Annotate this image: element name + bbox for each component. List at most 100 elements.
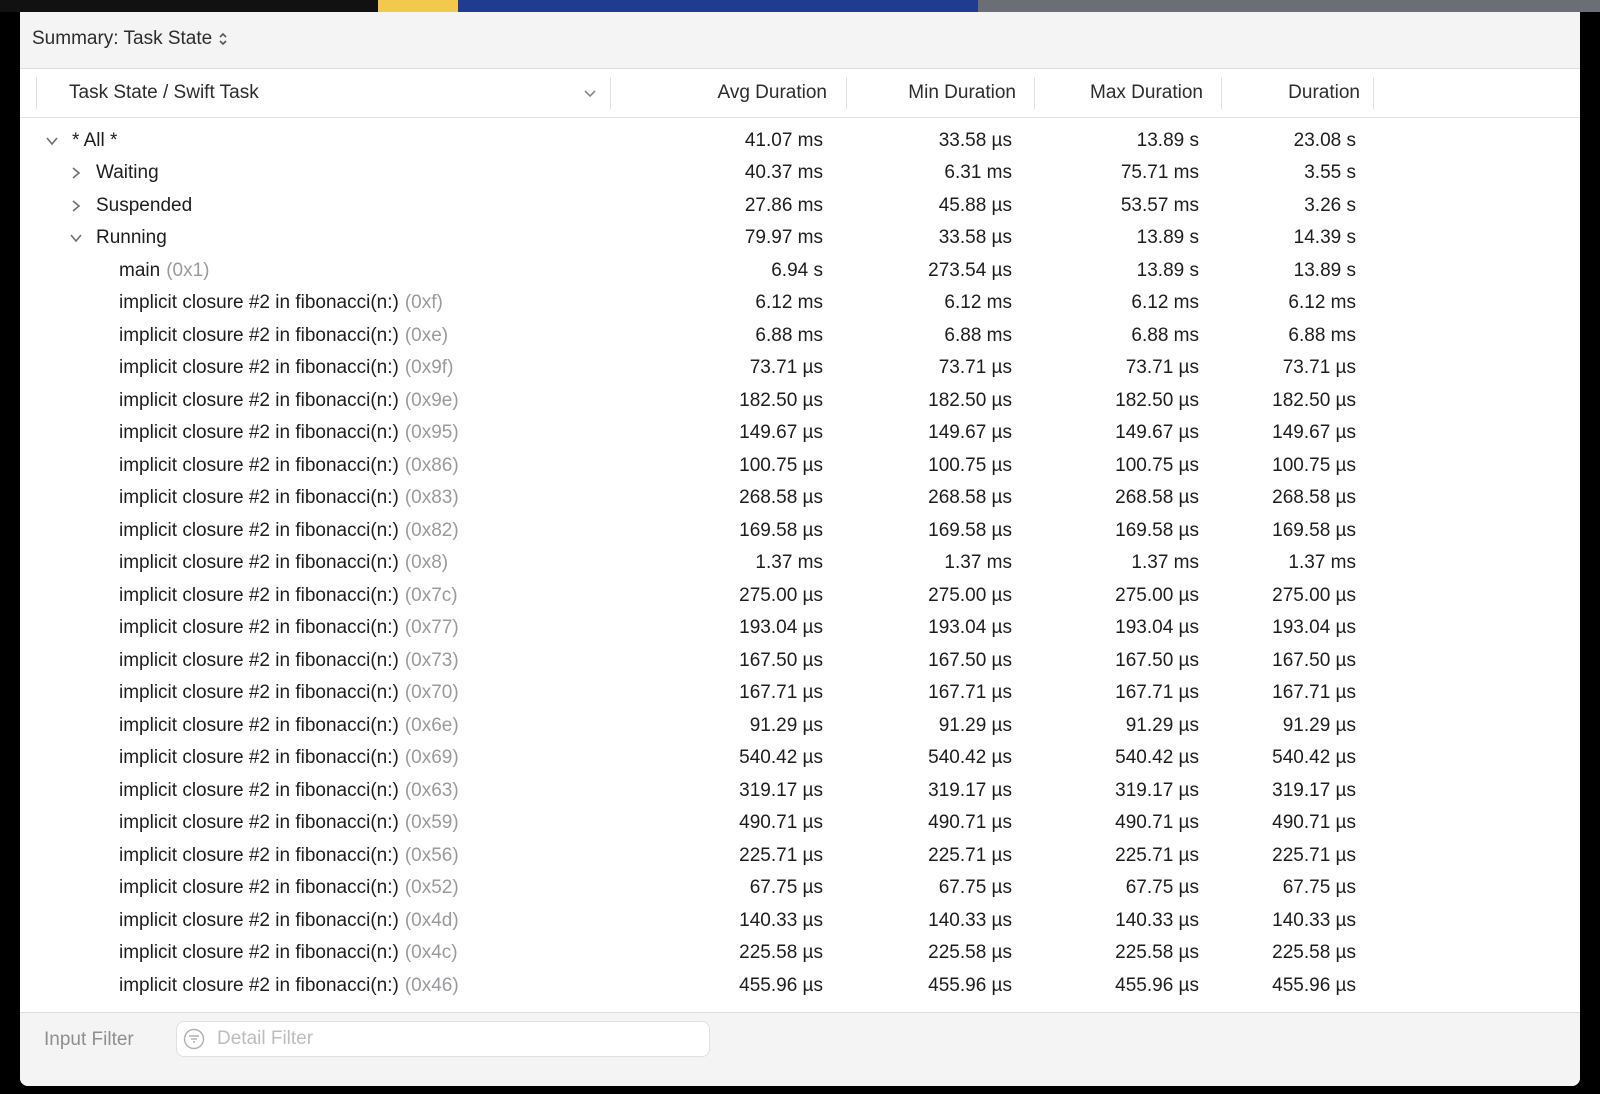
- chevron-right-icon[interactable]: [66, 189, 86, 222]
- max-duration-cell: 1.37 ms: [1131, 552, 1199, 573]
- duration-cell: 169.58 µs: [1272, 519, 1356, 541]
- row-name-cell: implicit closure #2 in fibonacci(n:) (0x8…: [119, 449, 459, 482]
- table-row[interactable]: implicit closure #2 in fibonacci(n:) (0x7…: [20, 612, 1580, 645]
- table-row[interactable]: implicit closure #2 in fibonacci(n:) (0x4…: [20, 937, 1580, 970]
- row-task-address: (0x46): [404, 974, 459, 996]
- table-row[interactable]: implicit closure #2 in fibonacci(n:) (0x9…: [20, 352, 1580, 385]
- top-strip-accent-yellow: [378, 0, 458, 12]
- table-row[interactable]: main (0x1) 6.94 s 273.54 µs 13.89 s 13.89 s: [20, 254, 1580, 287]
- row-name: implicit closure #2 in fibonacci(n:): [119, 974, 399, 996]
- row-name-cell: implicit closure #2 in fibonacci(n:) (0x9…: [119, 417, 459, 450]
- column-header-avg-duration[interactable]: Avg Duration: [620, 69, 828, 117]
- table-row[interactable]: implicit closure #2 in fibonacci(n:) (0x7…: [20, 644, 1580, 677]
- column-header-task-state[interactable]: Task State / Swift Task: [69, 69, 589, 117]
- input-filter-label: Input Filter: [44, 1029, 134, 1050]
- table-row[interactable]: implicit closure #2 in fibonacci(n:) (0x6…: [20, 742, 1580, 775]
- table-row[interactable]: Running 79.97 ms 33.58 µs 13.89 s 14.39 s: [20, 222, 1580, 255]
- min-duration-cell: 193.04 µs: [928, 617, 1012, 638]
- max-duration-cell: 167.71 µs: [1115, 682, 1199, 703]
- chevron-right-icon[interactable]: [66, 157, 86, 190]
- table-header: Task State / Swift Task Avg Duration Min…: [20, 69, 1580, 118]
- duration-cell: 1.37 ms: [1288, 552, 1356, 573]
- table-row[interactable]: implicit closure #2 in fibonacci(n:) (0x7…: [20, 579, 1580, 612]
- max-duration-cell: 13.89 s: [1136, 129, 1199, 151]
- table-row[interactable]: implicit closure #2 in fibonacci(n:) (0x8…: [20, 514, 1580, 547]
- duration-cell: 67.75 µs: [1282, 877, 1356, 898]
- row-task-address: (0x83): [404, 487, 459, 508]
- min-duration-cell: 73.71 µs: [938, 357, 1012, 378]
- table-row[interactable]: * All * 41.07 ms 33.58 µs 13.89 s 23.08 s: [20, 124, 1580, 157]
- row-name-cell: implicit closure #2 in fibonacci(n:) (0xf…: [119, 287, 443, 320]
- min-duration-cell: 6.12 ms: [944, 292, 1012, 313]
- table-row[interactable]: implicit closure #2 in fibonacci(n:) (0x5…: [20, 807, 1580, 840]
- column-header-duration-label: Duration: [1288, 82, 1360, 103]
- column-header-max-duration[interactable]: Max Duration: [1040, 69, 1203, 117]
- max-duration-cell: 193.04 µs: [1115, 617, 1199, 638]
- table-row[interactable]: implicit closure #2 in fibonacci(n:) (0x8…: [20, 547, 1580, 580]
- detail-filter-field[interactable]: [176, 1021, 710, 1057]
- duration-cell: 14.39 s: [1293, 227, 1356, 248]
- summary-label: Summary: Task State: [32, 28, 213, 49]
- column-divider: [610, 77, 611, 109]
- summary-popup-button[interactable]: Summary: Task State: [24, 22, 238, 56]
- row-task-address: (0x69): [404, 747, 459, 768]
- max-duration-cell: 540.42 µs: [1115, 747, 1199, 768]
- table-row[interactable]: implicit closure #2 in fibonacci(n:) (0x7…: [20, 677, 1580, 710]
- row-name: implicit closure #2 in fibonacci(n:): [119, 487, 399, 508]
- avg-duration-cell: 225.58 µs: [739, 942, 823, 963]
- chevron-down-icon[interactable]: [578, 69, 602, 117]
- row-name: implicit closure #2 in fibonacci(n:): [119, 584, 399, 606]
- avg-duration-cell: 6.12 ms: [755, 292, 823, 313]
- filter-icon: [183, 1028, 205, 1050]
- filter-bar: Input Filter: [20, 1012, 1580, 1086]
- table-row[interactable]: implicit closure #2 in fibonacci(n:) (0x4…: [20, 969, 1580, 1002]
- min-duration-cell: 140.33 µs: [928, 909, 1012, 931]
- instruments-detail-window: Summary: Task State Task State / Swift T…: [20, 12, 1580, 1086]
- row-name-cell: implicit closure #2 in fibonacci(n:) (0x4…: [119, 937, 458, 970]
- row-name: implicit closure #2 in fibonacci(n:): [119, 747, 399, 768]
- max-duration-cell: 140.33 µs: [1115, 909, 1199, 931]
- row-task-address: (0x95): [404, 422, 459, 443]
- row-task-address: (0x56): [404, 844, 459, 866]
- input-filter-button[interactable]: Input Filter: [44, 1025, 134, 1055]
- row-name-cell: implicit closure #2 in fibonacci(n:) (0x8…: [119, 482, 459, 515]
- column-header-min-duration[interactable]: Min Duration: [850, 69, 1016, 117]
- row-name: implicit closure #2 in fibonacci(n:): [119, 552, 399, 573]
- max-duration-cell: 53.57 ms: [1120, 194, 1199, 216]
- column-header-min-label: Min Duration: [908, 82, 1016, 103]
- row-task-address: (0x63): [404, 779, 459, 801]
- duration-cell: 193.04 µs: [1272, 617, 1356, 638]
- min-duration-cell: 455.96 µs: [928, 974, 1012, 996]
- row-task-address: (0x1): [166, 259, 210, 281]
- table-row[interactable]: implicit closure #2 in fibonacci(n:) (0x5…: [20, 839, 1580, 872]
- row-name-cell: implicit closure #2 in fibonacci(n:) (0x6…: [119, 774, 459, 807]
- min-duration-cell: 45.88 µs: [938, 194, 1012, 216]
- row-name: implicit closure #2 in fibonacci(n:): [119, 779, 399, 801]
- column-header-duration[interactable]: Duration: [1225, 69, 1360, 117]
- table-row[interactable]: implicit closure #2 in fibonacci(n:) (0x6…: [20, 709, 1580, 742]
- table-row[interactable]: implicit closure #2 in fibonacci(n:) (0xe…: [20, 319, 1580, 352]
- table-row[interactable]: implicit closure #2 in fibonacci(n:) (0x5…: [20, 872, 1580, 905]
- duration-cell: 6.12 ms: [1288, 292, 1356, 313]
- table-row[interactable]: Waiting 40.37 ms 6.31 ms 75.71 ms 3.55 s: [20, 157, 1580, 190]
- avg-duration-cell: 41.07 ms: [744, 129, 823, 151]
- min-duration-cell: 100.75 µs: [928, 454, 1012, 476]
- max-duration-cell: 91.29 µs: [1125, 714, 1199, 736]
- table-row[interactable]: implicit closure #2 in fibonacci(n:) (0xf…: [20, 287, 1580, 320]
- table-row[interactable]: implicit closure #2 in fibonacci(n:) (0x8…: [20, 482, 1580, 515]
- column-divider: [846, 77, 847, 109]
- row-name-cell: implicit closure #2 in fibonacci(n:) (0x9…: [119, 384, 459, 417]
- table-row[interactable]: implicit closure #2 in fibonacci(n:) (0x9…: [20, 384, 1580, 417]
- detail-filter-input[interactable]: [215, 1027, 679, 1051]
- row-name-cell: implicit closure #2 in fibonacci(n:) (0x4…: [119, 969, 459, 1002]
- table-row[interactable]: implicit closure #2 in fibonacci(n:) (0x4…: [20, 904, 1580, 937]
- max-duration-cell: 182.50 µs: [1115, 389, 1199, 411]
- table-row[interactable]: implicit closure #2 in fibonacci(n:) (0x8…: [20, 449, 1580, 482]
- chevron-down-icon[interactable]: [42, 124, 62, 157]
- table-row[interactable]: implicit closure #2 in fibonacci(n:) (0x6…: [20, 774, 1580, 807]
- chevron-down-icon[interactable]: [66, 222, 86, 255]
- row-name-cell: Waiting: [96, 157, 159, 190]
- table-row[interactable]: implicit closure #2 in fibonacci(n:) (0x9…: [20, 417, 1580, 450]
- row-name-cell: implicit closure #2 in fibonacci(n:) (0x7…: [119, 644, 459, 677]
- table-row[interactable]: Suspended 27.86 ms 45.88 µs 53.57 ms 3.26 s: [20, 189, 1580, 222]
